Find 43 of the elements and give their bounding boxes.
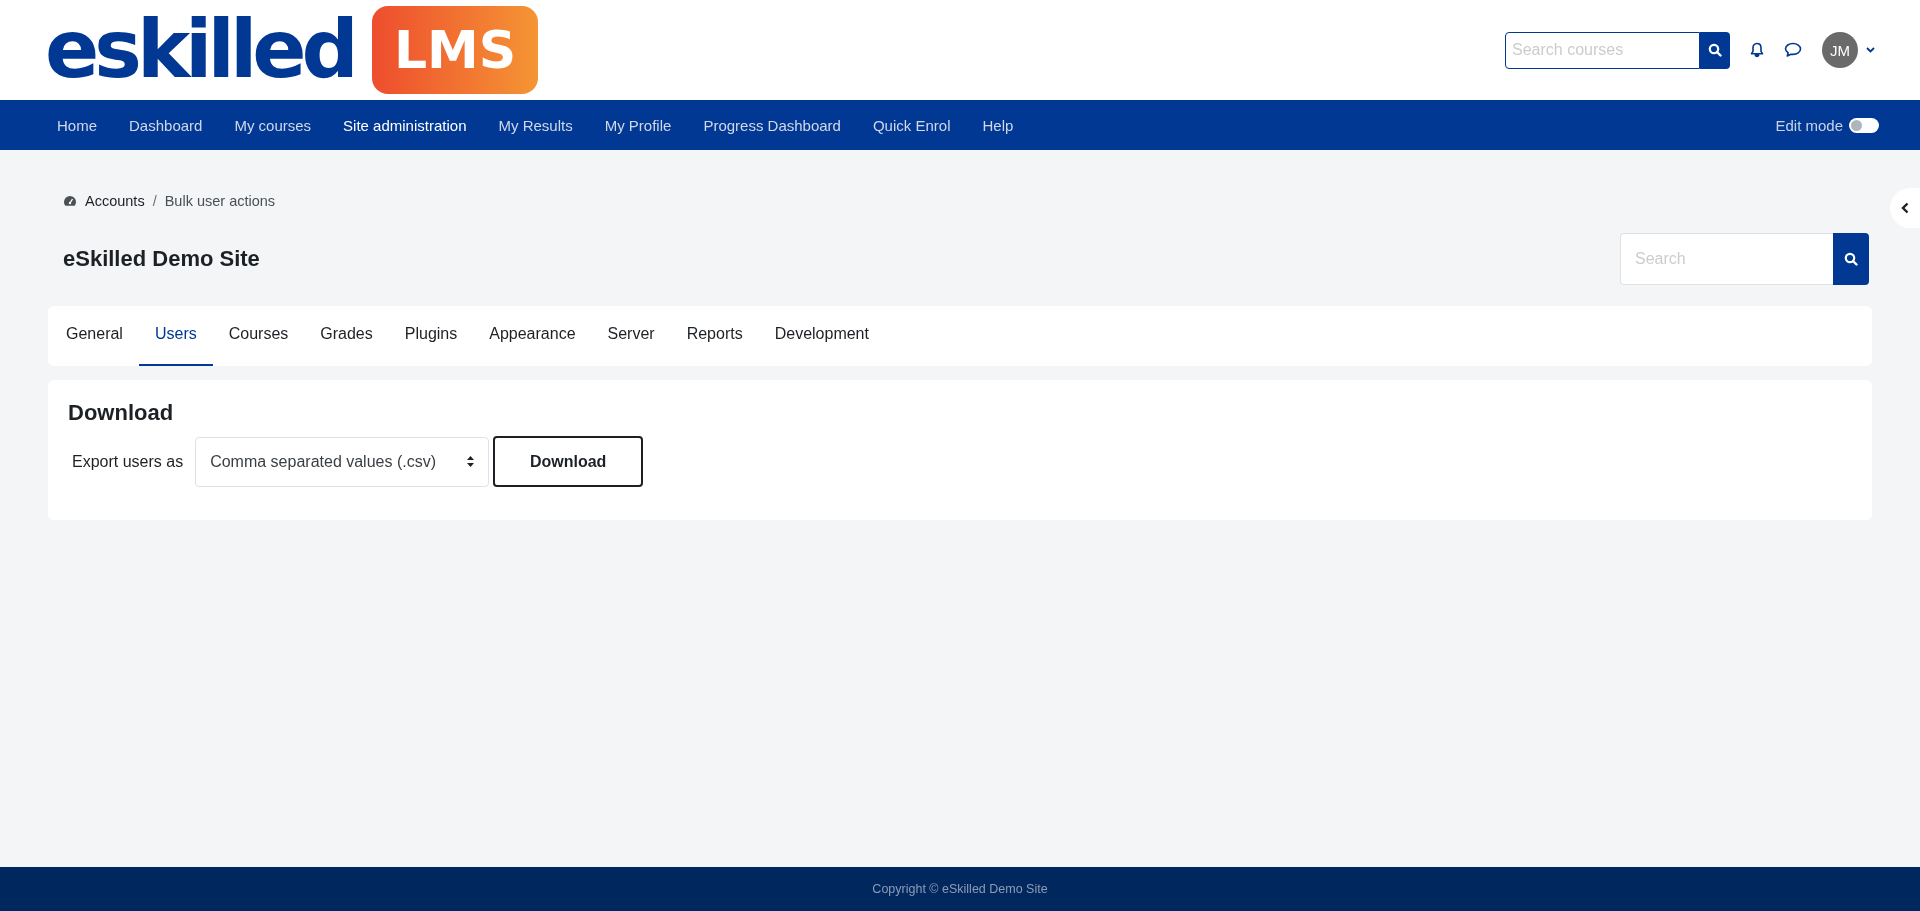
chat-icon[interactable] bbox=[1784, 42, 1802, 58]
tab[interactable]: Plugins bbox=[388, 306, 474, 366]
user-avatar[interactable]: JM bbox=[1822, 32, 1858, 68]
tab[interactable]: Appearance bbox=[473, 306, 592, 366]
breadcrumb-link[interactable]: Accounts bbox=[85, 193, 145, 209]
nav-link[interactable]: My Results bbox=[482, 116, 589, 134]
edit-mode-toggle[interactable] bbox=[1849, 117, 1879, 133]
page-title: eSkilled Demo Site bbox=[63, 246, 260, 272]
nav-link[interactable]: Quick Enrol bbox=[856, 116, 967, 134]
search-button[interactable] bbox=[1700, 31, 1730, 69]
copyright-text: Copyright © eSkilled Demo Site bbox=[872, 882, 1048, 896]
download-button[interactable]: Download bbox=[493, 436, 644, 487]
dashboard-icon bbox=[63, 195, 77, 207]
nav-link[interactable]: Dashboard bbox=[113, 116, 219, 134]
nav-link[interactable]: Home bbox=[41, 116, 113, 134]
search-icon bbox=[1844, 252, 1858, 266]
tab[interactable]: Courses bbox=[212, 306, 305, 366]
tab[interactable]: General bbox=[50, 306, 139, 366]
edit-mode-label: Edit mode bbox=[1775, 116, 1843, 134]
nav-link[interactable]: Help bbox=[966, 116, 1030, 134]
breadcrumb-separator: / bbox=[152, 193, 157, 209]
tab[interactable]: Server bbox=[591, 306, 671, 366]
breadcrumb-link[interactable]: Bulk user actions bbox=[164, 193, 276, 209]
nav-link[interactable]: Progress Dashboard bbox=[687, 116, 857, 134]
tab[interactable]: Development bbox=[758, 306, 885, 366]
drawer-toggle[interactable] bbox=[1890, 188, 1920, 228]
sort-caret-icon bbox=[467, 456, 475, 467]
chevron-left-icon bbox=[1901, 202, 1909, 214]
bell-icon[interactable] bbox=[1750, 42, 1764, 58]
nav-link[interactable]: My Profile bbox=[588, 116, 688, 134]
logo-wordmark: eskilled bbox=[45, 10, 354, 90]
nav-link[interactable]: Site administration bbox=[327, 116, 483, 134]
caret-icon[interactable] bbox=[1866, 47, 1875, 53]
format-select[interactable]: Comma separated values (.csv) bbox=[195, 436, 490, 487]
tab[interactable]: Grades bbox=[304, 306, 389, 366]
section-heading: Download bbox=[68, 400, 175, 426]
tab[interactable]: Users bbox=[138, 306, 213, 366]
search-button[interactable] bbox=[1833, 233, 1869, 285]
search-icon bbox=[1708, 43, 1722, 57]
logo-badge: LMS bbox=[371, 6, 539, 94]
field-label: Export users as bbox=[71, 452, 185, 471]
tab[interactable]: Reports bbox=[670, 306, 759, 366]
nav-link[interactable]: My courses bbox=[218, 116, 328, 134]
